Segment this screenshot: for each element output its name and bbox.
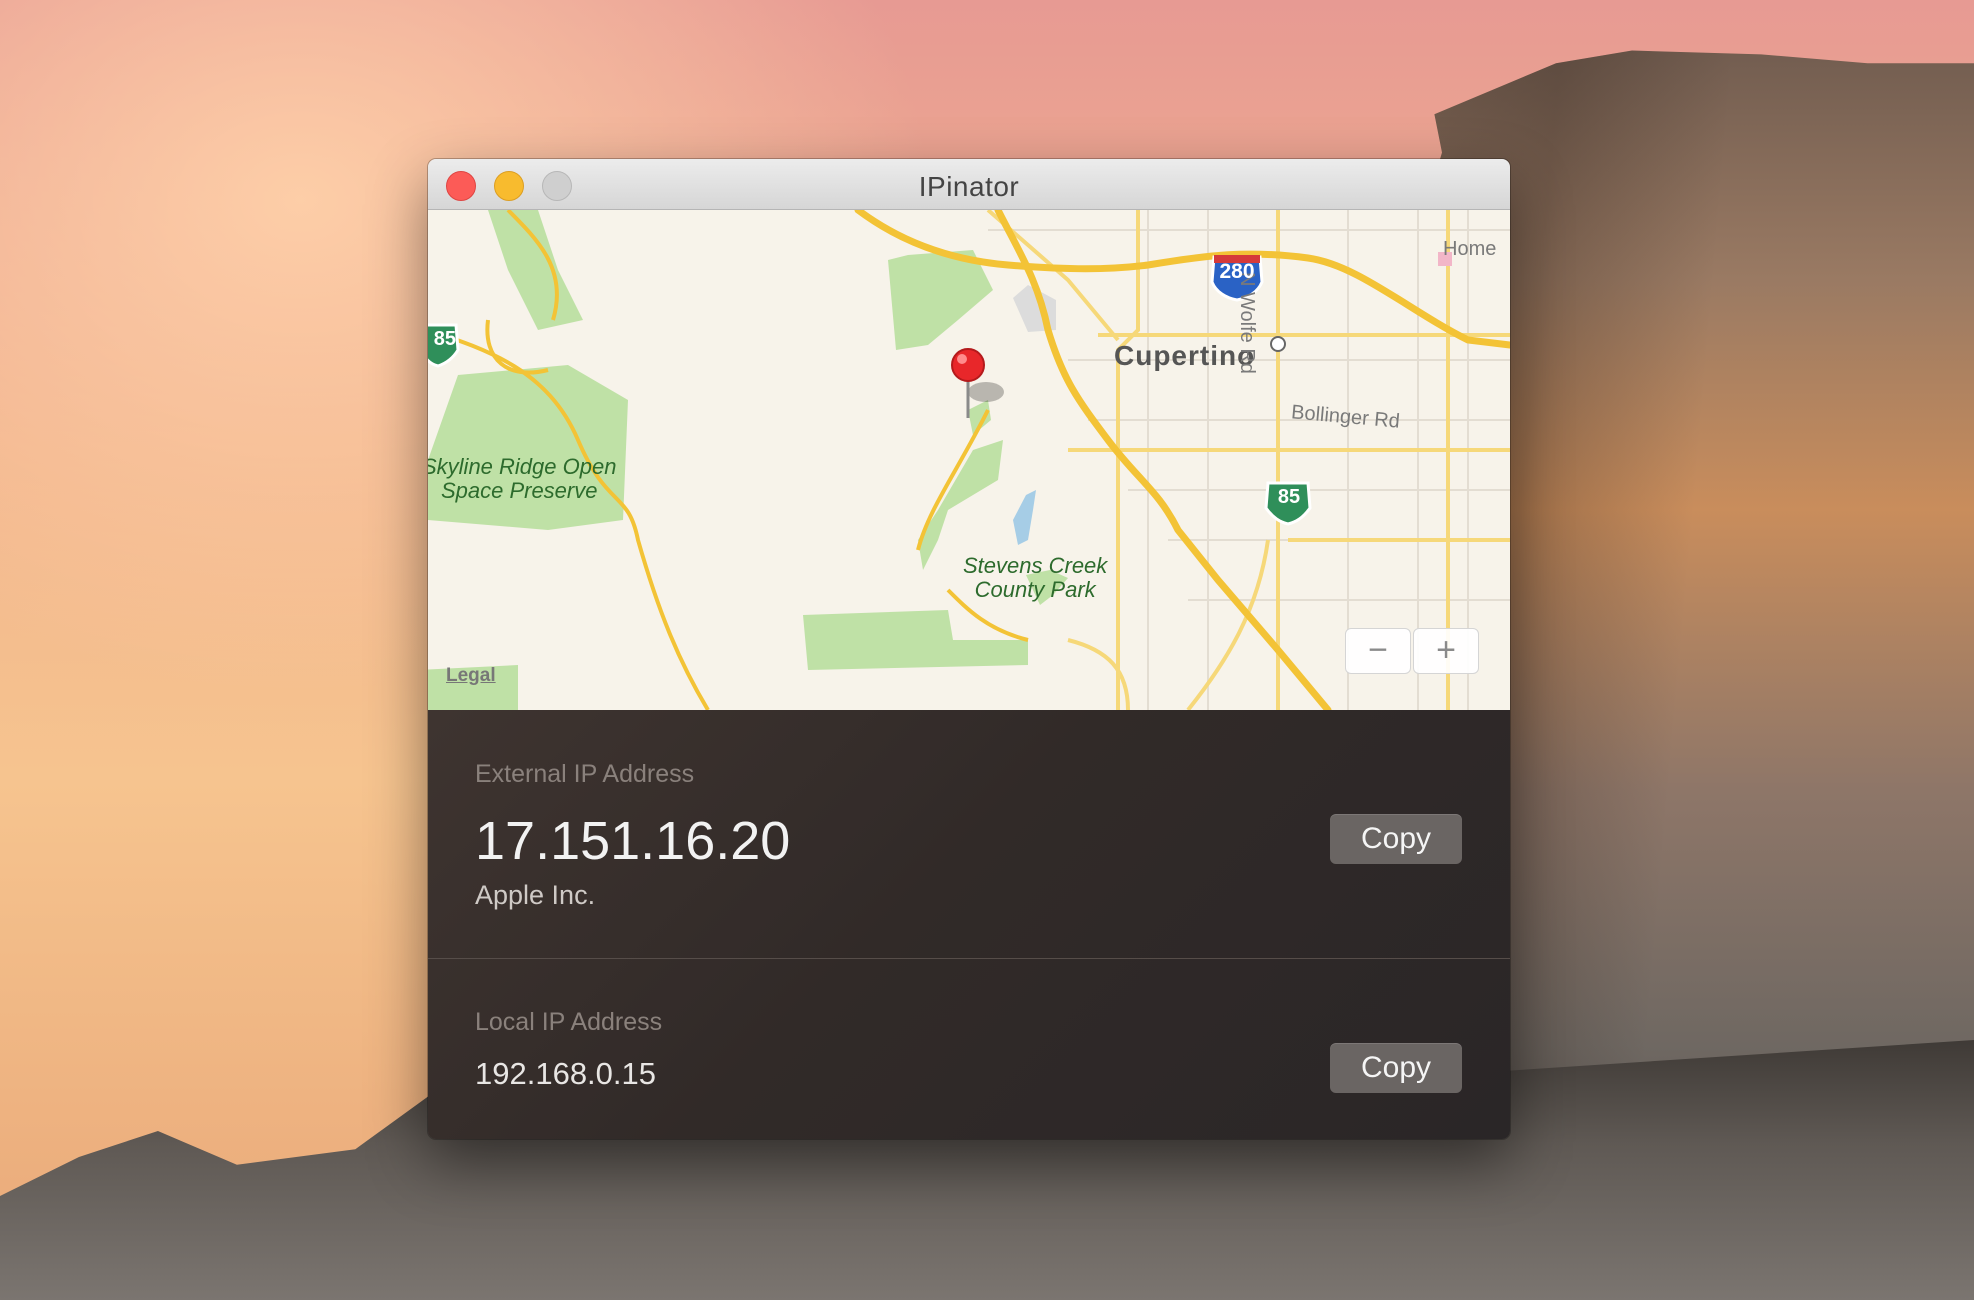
park-area (428, 365, 628, 530)
section-divider (428, 958, 1510, 959)
city-marker (1270, 336, 1286, 352)
external-ip-org: Apple Inc. (475, 880, 596, 910)
ip-info-panel: External IP Address 17.151.16.20 Apple I… (428, 710, 1510, 1139)
park-area (488, 210, 583, 330)
park-label-line: Skyline Ridge Open (428, 454, 617, 479)
copy-external-ip-button[interactable]: Copy (1330, 814, 1462, 864)
zoom-in-button[interactable]: + (1413, 628, 1479, 674)
park-area (803, 610, 1028, 670)
local-ip-value: 192.168.0.15 (475, 1056, 657, 1091)
map-view[interactable]: Skyline Ridge Open Space Preserve Steven… (428, 210, 1510, 710)
local-ip-label: Local IP Address (475, 1008, 663, 1036)
route-85-label: 85 (1277, 486, 1301, 508)
title-bar[interactable]: IPinator (428, 159, 1510, 210)
park-label-line: County Park (974, 577, 1096, 602)
window-title: IPinator (918, 171, 1020, 202)
external-ip-value: 17.151.16.20 (475, 811, 791, 871)
external-ip-label: External IP Address (475, 760, 695, 788)
legal-link[interactable]: Legal (446, 665, 496, 687)
place-label-home: Home (1443, 238, 1497, 260)
park-area (888, 250, 993, 350)
park-label-line: Stevens Creek (963, 553, 1108, 578)
route-85-label-left: 85 (433, 328, 456, 350)
park-label-stevens-creek: Stevens Creek County Park (963, 554, 1107, 602)
lake (1013, 490, 1036, 545)
zoom-out-button[interactable]: − (1345, 628, 1411, 674)
park-label-line: Space Preserve (440, 478, 598, 503)
park-label-skyline: Skyline Ridge Open Space Preserve (428, 455, 616, 503)
street-label-wolfe: N Wolfe Rd (1236, 272, 1258, 374)
ipinator-window: IPinator Skyline Ridge Open Space Preser… (428, 159, 1510, 1139)
interstate-280-label: 280 (1219, 260, 1255, 283)
copy-local-ip-button[interactable]: Copy (1330, 1043, 1462, 1093)
